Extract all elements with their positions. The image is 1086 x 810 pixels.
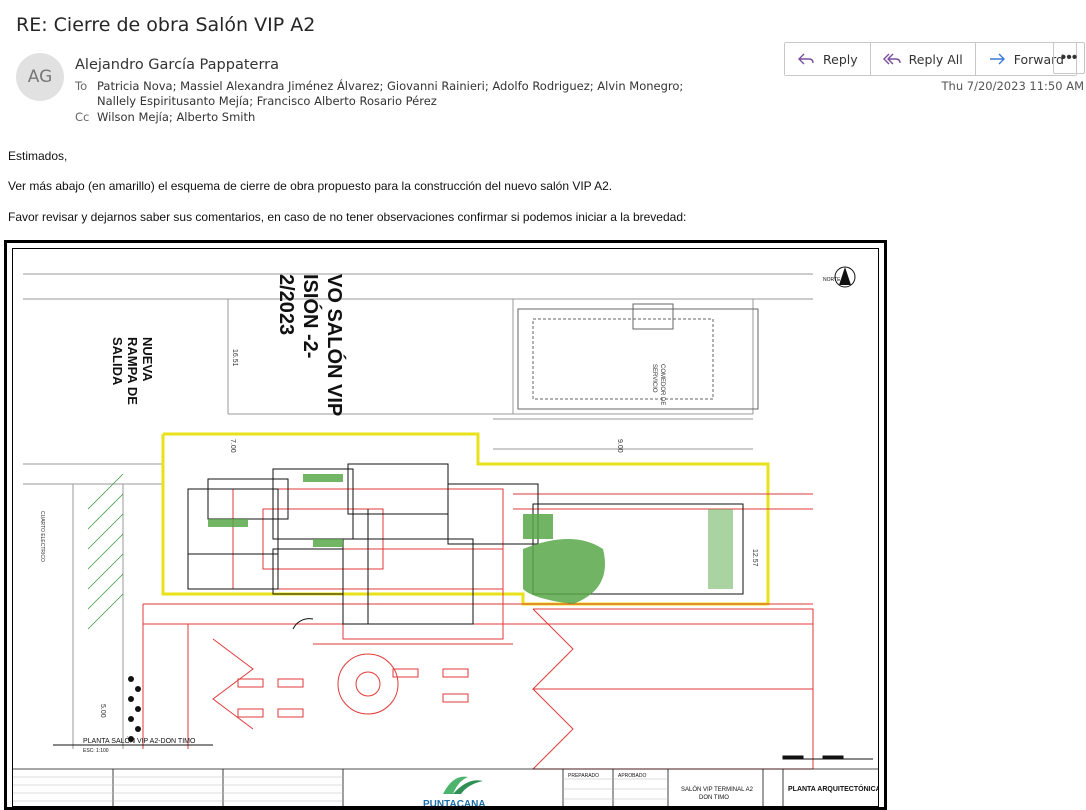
cuarto-electrico-label: CUARTO ELECTRICO [39, 511, 45, 562]
message-timestamp: Thu 7/20/2023 11:50 AM [941, 79, 1084, 93]
dimension-9-00: 9.00 [616, 439, 623, 453]
ramp-label-3: SALIDA [110, 337, 125, 386]
reply-all-label: Reply All [908, 51, 963, 67]
dimension-7-00: 7.00 [229, 439, 236, 453]
reply-button[interactable]: Reply [785, 43, 871, 75]
attached-floor-plan-image[interactable]: NORTE VO SALÓN VIP ISIÓN -2- 2/2023 NUEV… [4, 240, 887, 810]
reply-label: Reply [823, 51, 858, 67]
reply-all-button[interactable]: Reply All [870, 43, 976, 75]
reply-all-icon [882, 53, 901, 65]
brand-name: PUNTACANA [423, 799, 486, 807]
titleblock-preparado: PREPARADO [568, 773, 599, 779]
dimension-16-51: 16.51 [231, 349, 238, 367]
sender-avatar[interactable]: AG [16, 53, 64, 101]
dimension-12-57: 12.57 [751, 549, 758, 567]
titleblock-aprobado: APROBADO [618, 773, 646, 779]
dimension-5-00: 5.00 [99, 704, 106, 718]
body-paragraph-1: Ver más abajo (en amarillo) el esquema d… [8, 179, 613, 193]
plan-rotated-title-1: VO SALÓN VIP [323, 274, 347, 416]
puntacana-logo-icon [443, 776, 483, 794]
greeting-text: Estimados, [8, 149, 68, 163]
reply-icon [798, 53, 814, 65]
forward-icon [989, 53, 1005, 65]
more-actions-button[interactable]: ••• [1053, 42, 1085, 74]
ramp-label-1: NUEVA [140, 337, 155, 382]
titleblock-sheet: PLANTA ARQUITECTÓNICA [788, 784, 879, 793]
email-subject: RE: Cierre de obra Salón VIP A2 [16, 14, 316, 36]
to-label: To [75, 79, 88, 93]
comedor-label-2: SERVICIO [651, 364, 657, 393]
floor-plan-drawing: NORTE VO SALÓN VIP ISIÓN -2- 2/2023 NUEV… [12, 248, 879, 807]
plan-scale: ESC: 1:100 [83, 748, 109, 754]
to-recipients-line1[interactable]: Patricia Nova; Massiel Alexandra Jiménez… [97, 79, 683, 93]
titleblock-project-2: DON TIMO [699, 795, 729, 801]
message-actions: Reply Reply All Forward [784, 42, 1077, 76]
titleblock-project: SALÓN VIP TERMINAL A2 [681, 786, 754, 793]
sender-name[interactable]: Alejandro García Pappaterra [75, 57, 279, 73]
plan-caption: PLANTA SALÓN VIP A2-DON TIMO [83, 736, 196, 745]
body-paragraph-2: Favor revisar y dejarnos saber sus comen… [8, 210, 687, 224]
floor-plan-svg: NORTE VO SALÓN VIP ISIÓN -2- 2/2023 NUEV… [13, 266, 879, 807]
north-label: NORTE [823, 277, 841, 283]
ramp-label-2: RAMPA DE [125, 337, 140, 405]
plan-rotated-title-3: 2/2023 [275, 274, 297, 335]
to-recipients-line2[interactable]: Nallely Espiritusanto Mejía; Francisco A… [97, 94, 437, 108]
cc-recipients[interactable]: Wilson Mejía; Alberto Smith [97, 110, 255, 124]
plan-rotated-title-2: ISIÓN -2- [299, 274, 323, 358]
comedor-label-1: COMEDOR DE [659, 364, 665, 405]
cc-label: Cc [75, 110, 90, 124]
